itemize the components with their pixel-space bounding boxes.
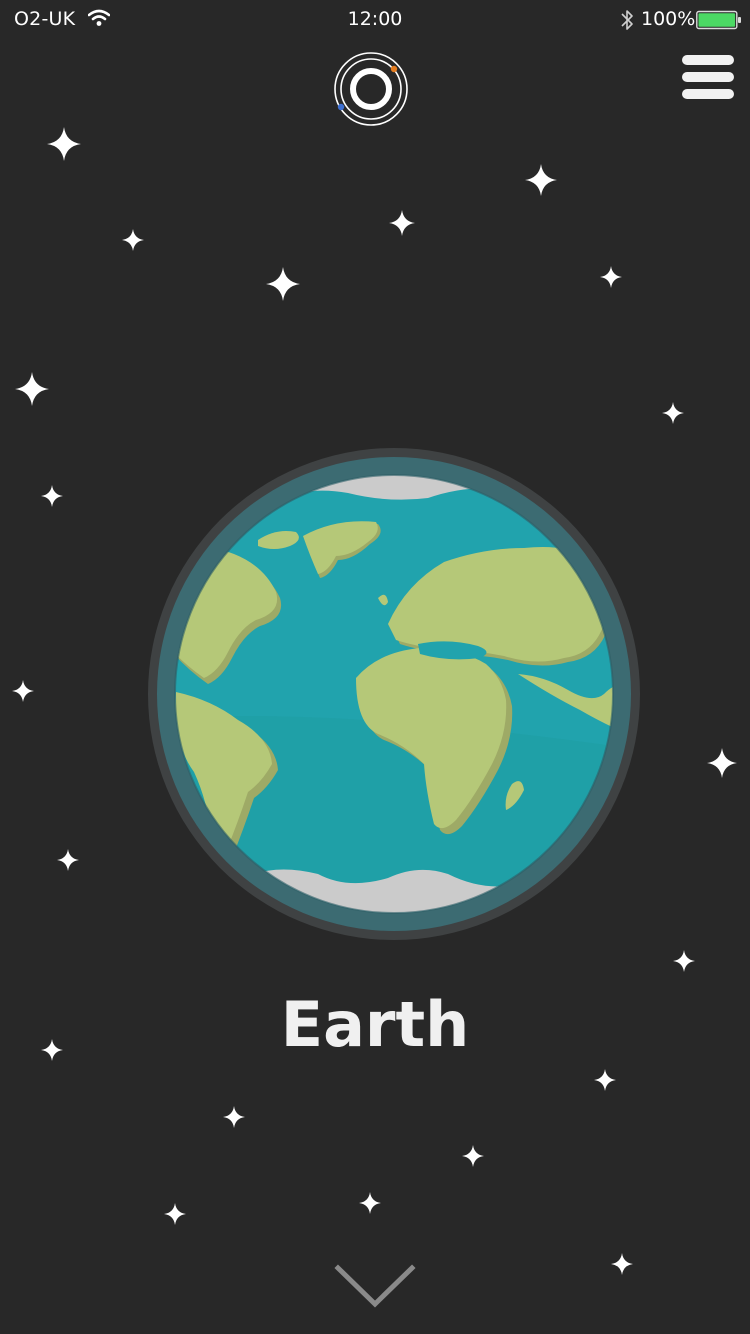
star-icon — [12, 680, 34, 702]
star-icon — [223, 1106, 245, 1128]
star-icon — [122, 229, 144, 251]
star-icon — [611, 1253, 633, 1275]
star-icon — [359, 1192, 381, 1214]
star-icon — [600, 266, 622, 288]
star-icon — [462, 1145, 484, 1167]
hamburger-menu-icon[interactable] — [680, 55, 736, 101]
orbit-logo-icon[interactable] — [332, 50, 410, 128]
star-icon — [266, 267, 300, 301]
star-icon — [47, 127, 81, 161]
planet-title: Earth — [280, 988, 470, 1061]
menu-bar — [682, 89, 734, 99]
star-icon — [57, 849, 79, 871]
star-icon — [707, 748, 737, 778]
star-icon — [15, 372, 49, 406]
menu-bar — [682, 55, 734, 65]
star-icon — [164, 1203, 186, 1225]
star-icon — [41, 485, 63, 507]
star-icon — [525, 164, 557, 196]
star-icon — [389, 210, 415, 236]
star-icon — [594, 1069, 616, 1091]
star-icon — [662, 402, 684, 424]
star-icon — [673, 950, 695, 972]
chevron-down-icon[interactable] — [330, 1258, 420, 1314]
earth-globe-icon[interactable] — [148, 448, 640, 940]
menu-bar — [682, 72, 734, 82]
